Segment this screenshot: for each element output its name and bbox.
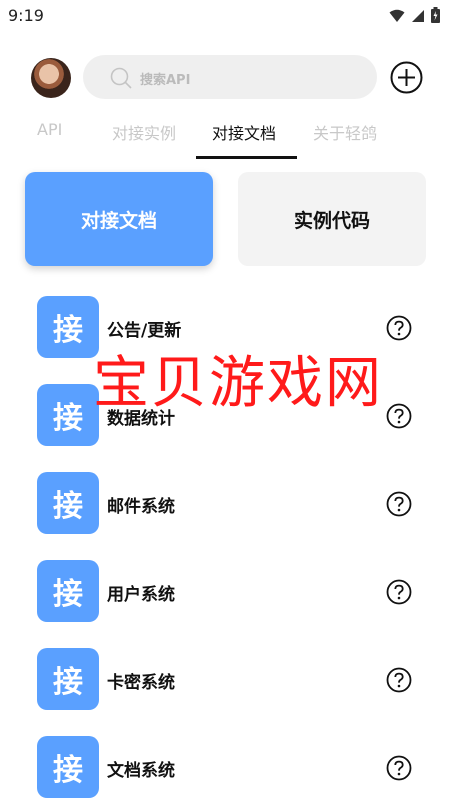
item-icon: 接 (37, 560, 99, 622)
item-label: 卡密系统 (107, 673, 175, 693)
item-icon: 接 (37, 384, 99, 446)
avatar[interactable] (31, 58, 71, 98)
item-label: 文档系统 (107, 761, 175, 781)
watermark: 宝贝游戏网 (93, 351, 383, 416)
help-icon[interactable] (386, 403, 412, 429)
help-icon[interactable] (386, 491, 412, 517)
list-item[interactable]: 接 用户系统 (0, 560, 450, 624)
list-item[interactable]: 接 卡密系统 (0, 648, 450, 712)
status-bar: 9:19 (0, 0, 450, 32)
help-icon[interactable] (386, 579, 412, 605)
tab-api[interactable]: API (37, 120, 62, 139)
help-icon[interactable] (386, 315, 412, 341)
example-code-button[interactable]: 实例代码 (238, 172, 426, 266)
item-icon: 接 (37, 472, 99, 534)
docs-button[interactable]: 对接文档 (25, 172, 213, 266)
tab-examples[interactable]: 对接实例 (112, 120, 176, 144)
wifi-icon (389, 8, 405, 27)
item-label: 邮件系统 (107, 497, 175, 517)
tab-docs[interactable]: 对接文档 (212, 120, 276, 144)
battery-icon (431, 7, 440, 27)
search-bar[interactable]: 搜索API (83, 55, 377, 99)
help-icon[interactable] (386, 667, 412, 693)
item-label: 用户系统 (107, 585, 175, 605)
status-icons (389, 7, 440, 27)
tab-bar: API 对接实例 对接文档 关于轻鸽 (0, 112, 450, 160)
list-item[interactable]: 接 文档系统 (0, 736, 450, 800)
item-icon: 接 (37, 296, 99, 358)
signal-icon (411, 8, 425, 27)
item-icon: 接 (37, 736, 99, 798)
status-time: 9:19 (8, 6, 44, 25)
item-icon: 接 (37, 648, 99, 710)
add-icon[interactable] (390, 61, 423, 94)
help-icon[interactable] (386, 755, 412, 781)
tab-about[interactable]: 关于轻鸽 (313, 120, 377, 144)
search-placeholder: 搜索API (140, 73, 191, 88)
active-tab-indicator (196, 156, 297, 159)
list-item[interactable]: 接 邮件系统 (0, 472, 450, 536)
search-icon (109, 66, 133, 94)
